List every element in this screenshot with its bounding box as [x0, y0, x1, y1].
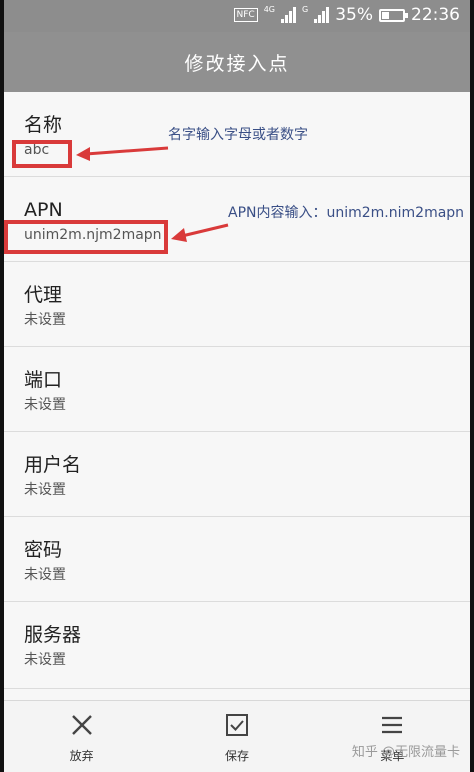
field-value: 未设置	[24, 652, 66, 668]
signal-icon	[281, 7, 296, 23]
field-value: 未设置	[24, 567, 66, 583]
field-password[interactable]: 密码 未设置	[4, 517, 470, 602]
nfc-icon: NFC	[233, 8, 258, 22]
battery-percent: 35%	[335, 5, 373, 25]
name-highlight-box	[12, 140, 72, 168]
discard-button[interactable]: 放弃	[4, 701, 159, 772]
watermark: 知乎 @无限流量卡	[351, 745, 460, 760]
status-time: 22:36	[411, 5, 460, 25]
apn-annotation: APN内容输入：unim2m.nim2mapn	[228, 205, 465, 221]
save-label: 保存	[224, 749, 249, 763]
name-annotation: 名字输入字母或者数字	[168, 127, 308, 143]
page-title: 修改接入点	[4, 32, 470, 92]
field-label: 端口	[24, 369, 63, 391]
close-icon	[71, 715, 92, 735]
field-value: 未设置	[24, 482, 66, 498]
network-type-4g: 4G	[263, 4, 275, 14]
apn-arrow-icon	[171, 223, 229, 242]
signal-icon	[314, 7, 330, 23]
network-type-g: G	[302, 4, 309, 14]
field-value: 未设置	[24, 312, 66, 328]
checkbox-icon	[225, 714, 248, 736]
field-label: 服务器	[24, 624, 82, 646]
phone-screen: NFC 4G G 35% 22:36 修改接入点 名称 abc APN unim…	[4, 0, 470, 772]
discard-label: 放弃	[69, 749, 94, 763]
field-value: 未设置	[24, 397, 66, 413]
apn-highlight-box	[4, 220, 168, 254]
apn-field-list: 名称 abc APN unim2m.njm2mapn 代理 未设置 端口 未设置…	[4, 92, 470, 689]
field-server[interactable]: 服务器 未设置	[4, 602, 470, 689]
field-label: 密码	[24, 539, 63, 561]
field-label: 用户名	[24, 454, 82, 476]
status-icons: NFC 4G G 35% 22:36	[233, 4, 460, 25]
menu-icon	[382, 716, 403, 734]
battery-icon	[379, 8, 408, 22]
field-label: 代理	[24, 284, 63, 306]
status-bar: NFC 4G G 35% 22:36	[4, 0, 470, 32]
field-username[interactable]: 用户名 未设置	[4, 432, 470, 517]
name-arrow-icon	[76, 146, 169, 161]
save-button[interactable]: 保存	[159, 701, 314, 772]
bottom-action-bar: 放弃 保存 菜单	[4, 700, 470, 772]
menu-button[interactable]: 菜单	[315, 701, 470, 772]
field-proxy[interactable]: 代理 未设置	[4, 262, 470, 347]
field-port[interactable]: 端口 未设置	[4, 347, 470, 432]
